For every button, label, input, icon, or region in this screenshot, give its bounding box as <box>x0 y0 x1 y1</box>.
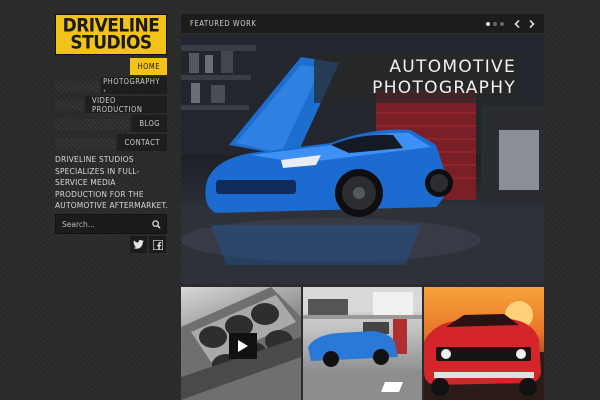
facebook-link[interactable] <box>149 236 166 253</box>
nav-divider-pattern <box>55 81 99 92</box>
prev-slide-button[interactable] <box>511 18 523 30</box>
nav-item-photography[interactable]: PHOTOGRAPHY › <box>101 77 167 95</box>
thumbnail-red-challenger[interactable] <box>424 287 545 400</box>
chevron-left-icon <box>514 19 520 28</box>
facebook-icon <box>152 239 163 250</box>
slide-dot-2[interactable] <box>493 21 497 26</box>
play-icon <box>238 340 248 352</box>
hero-caption-line-2: PHOTOGRAPHY <box>372 78 516 98</box>
thumbnail-strip <box>181 287 545 400</box>
nav-item-blog[interactable]: BLOG <box>131 115 167 132</box>
play-button[interactable] <box>229 333 257 359</box>
main-nav: HOME PHOTOGRAPHY › VIDEO PRODUCTION BLOG… <box>55 58 167 153</box>
logo-line-2: STUDIOS <box>70 31 152 54</box>
nav-divider-pattern <box>55 119 129 130</box>
nav-item-contact[interactable]: CONTACT <box>117 134 167 151</box>
next-slide-button[interactable] <box>526 18 538 30</box>
hero-slide[interactable]: AUTOMOTIVE PHOTOGRAPHY <box>181 35 544 284</box>
featured-title: FEATURED WORK <box>190 19 257 28</box>
nav-divider-pattern <box>55 100 83 111</box>
twitter-link[interactable] <box>130 236 147 253</box>
nav-item-home[interactable]: HOME <box>130 58 167 75</box>
featured-header: FEATURED WORK <box>181 14 544 33</box>
challenger-sunset-photo <box>424 301 545 400</box>
thumbnail-blue-corvette[interactable] <box>302 287 423 400</box>
thumbnail-engine-video[interactable] <box>181 287 301 400</box>
hero-caption-line-1: AUTOMOTIVE <box>389 57 516 77</box>
social-links <box>130 236 166 253</box>
search-button[interactable] <box>146 215 166 233</box>
twitter-icon <box>133 240 144 249</box>
site-tagline: DRIVELINE STUDIOS SPECIALIZES IN FULL-SE… <box>55 154 168 210</box>
nav-divider-pattern <box>55 138 115 149</box>
nav-item-video-production[interactable]: VIDEO PRODUCTION <box>85 96 167 114</box>
site-logo[interactable]: DRIVELINE STUDIOS <box>55 14 167 55</box>
search-icon <box>151 219 161 229</box>
slide-dot-1[interactable] <box>486 21 490 26</box>
chevron-right-icon <box>529 19 535 28</box>
search-input[interactable] <box>56 215 146 233</box>
slide-dot-3[interactable] <box>500 21 504 26</box>
hero-caption: AUTOMOTIVE PHOTOGRAPHY <box>314 53 524 103</box>
search-box <box>55 214 167 234</box>
corvette-garage-photo <box>302 287 423 400</box>
